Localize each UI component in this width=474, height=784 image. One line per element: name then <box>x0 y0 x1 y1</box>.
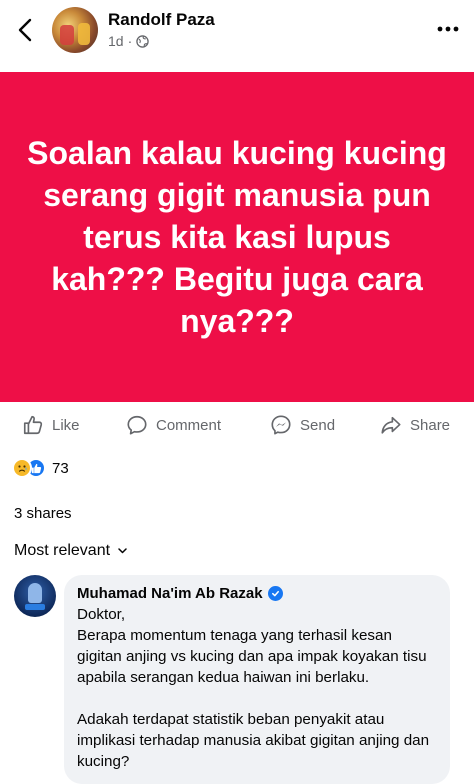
like-label: Like <box>52 416 80 434</box>
comment-bubble[interactable]: Muhamad Na'im Ab Razak Doktor, Berapa mo… <box>64 575 450 784</box>
post-meta: 1d · <box>108 33 149 49</box>
author-avatar[interactable] <box>52 7 98 53</box>
comment-line: Doktor, <box>77 606 126 623</box>
post-text-banner[interactable]: Soalan kalau kucing kucing serang gigit … <box>0 72 474 402</box>
reaction-count: 73 <box>52 459 69 477</box>
commenter-name[interactable]: Muhamad Na'im Ab Razak <box>77 585 263 602</box>
like-button[interactable]: Like <box>22 414 80 436</box>
commenter-avatar[interactable] <box>14 575 56 617</box>
chevron-down-icon <box>118 548 127 554</box>
commenter-name-row: Muhamad Na'im Ab Razak <box>77 585 438 602</box>
comment-line: Berapa momentum tenaga yang terhasil kes… <box>77 627 427 686</box>
more-dots-icon <box>437 26 459 32</box>
share-label: Share <box>410 416 451 434</box>
reactions-summary[interactable]: 73 <box>12 458 69 478</box>
banner-text: Soalan kalau kucing kucing serang gigit … <box>27 135 447 339</box>
verified-badge-icon <box>267 586 283 601</box>
sad-reaction-icon <box>12 458 32 478</box>
separator-dot: · <box>127 33 133 49</box>
comment-bubble-icon <box>127 415 147 435</box>
more-options-button[interactable] <box>436 22 460 36</box>
comment-line: Adakah terdapat statistik beban penyakit… <box>77 711 430 770</box>
shares-count[interactable]: 3 shares <box>14 505 72 522</box>
comment-button[interactable]: Comment <box>126 414 221 436</box>
share-arrow-icon <box>381 416 401 434</box>
share-button[interactable]: Share <box>380 414 450 436</box>
comment-text: Doktor, Berapa momentum tenaga yang terh… <box>77 604 438 772</box>
author-name[interactable]: Randolf Paza <box>108 10 215 30</box>
post-header: Randolf Paza 1d · <box>0 0 474 72</box>
sort-label: Most relevant <box>14 542 111 559</box>
back-button[interactable] <box>14 16 38 44</box>
send-button[interactable]: Send <box>270 414 335 436</box>
action-bar: Like Comment Send Share <box>0 406 474 444</box>
messenger-icon <box>271 415 291 435</box>
comment-label: Comment <box>156 416 222 434</box>
send-label: Send <box>300 416 336 434</box>
back-arrow-icon <box>18 18 32 42</box>
thumbs-up-icon <box>23 415 43 435</box>
post-time: 1d <box>108 33 124 49</box>
comment-sort-selector[interactable]: Most relevant <box>14 542 127 560</box>
globe-icon <box>136 34 149 48</box>
